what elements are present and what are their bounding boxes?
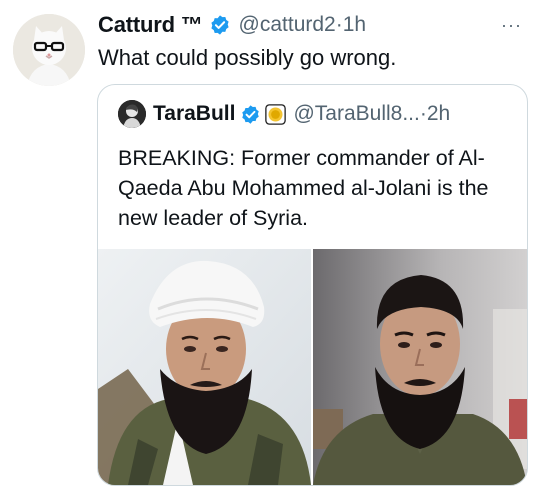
- gold-affiliate-badge-icon[interactable]: [265, 103, 287, 125]
- quoted-tweet-header: TaraBull @TaraBull8...·2h: [118, 99, 511, 129]
- quoted-tweet-text: BREAKING: Former commander of Al-Qaeda A…: [118, 146, 489, 230]
- author-handle[interactable]: @catturd2: [239, 13, 336, 36]
- quoted-author-name[interactable]: TaraBull: [153, 102, 235, 126]
- portrait-suit-image: [313, 249, 527, 485]
- tweet-text: What could possibly go wrong.: [98, 45, 397, 70]
- photo-right[interactable]: [313, 249, 527, 485]
- verified-badge-icon[interactable]: [209, 14, 231, 36]
- cat-avatar-image: [13, 14, 85, 86]
- quoted-tweet[interactable]: TaraBull @TaraBull8...·2h BREAKING: Form…: [97, 84, 528, 486]
- more-options-icon[interactable]: ···: [501, 15, 522, 36]
- portrait-turban-image: [98, 249, 311, 485]
- separator-dot: ·: [335, 13, 343, 36]
- tweet-header: Catturd ™ @catturd2·1h: [98, 10, 520, 40]
- verified-badge-icon[interactable]: [240, 104, 261, 125]
- author-name[interactable]: Catturd ™: [98, 12, 203, 38]
- quoted-tweet-time[interactable]: 2h: [427, 102, 450, 125]
- tweet-time[interactable]: 1h: [343, 13, 366, 36]
- avatar-portrait-image: [118, 100, 146, 128]
- quoted-author-avatar[interactable]: [118, 100, 146, 128]
- author-avatar[interactable]: [13, 14, 85, 86]
- quoted-author-handle[interactable]: @TaraBull8...: [293, 102, 419, 125]
- quoted-tweet-media[interactable]: [98, 249, 527, 485]
- separator-dot: ·: [419, 102, 427, 125]
- photo-left[interactable]: [98, 249, 311, 485]
